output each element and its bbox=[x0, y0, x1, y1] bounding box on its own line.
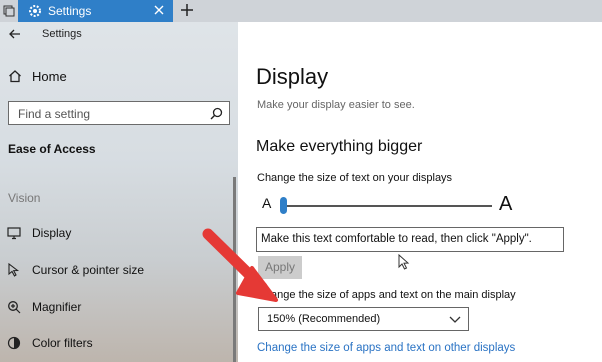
scale-dropdown[interactable]: 150% (Recommended) bbox=[258, 307, 469, 331]
other-displays-link[interactable]: Change the size of apps and text on othe… bbox=[257, 342, 515, 354]
new-tab-plus-icon[interactable] bbox=[178, 1, 196, 19]
mouse-pointer-icon bbox=[398, 254, 410, 270]
sidebar-app-title: Settings bbox=[42, 28, 82, 40]
apply-button[interactable]: Apply bbox=[258, 256, 302, 279]
sidebar-item-label: Magnifier bbox=[32, 300, 82, 314]
tab-settings[interactable]: Settings bbox=[18, 0, 173, 22]
text-size-label: Change the size of text on your displays bbox=[257, 172, 453, 184]
monitor-icon bbox=[7, 227, 21, 240]
sidebar-item-label: Cursor & pointer size bbox=[32, 263, 145, 277]
search-input[interactable]: Find a setting bbox=[8, 101, 230, 125]
scale-label: Change the size of apps and text on the … bbox=[257, 289, 516, 301]
color-filters-icon bbox=[7, 336, 21, 350]
sample-text-preview: Make this text comfortable to read, then… bbox=[256, 227, 564, 252]
section-heading: Make everything bigger bbox=[256, 138, 423, 155]
text-size-slider-thumb[interactable] bbox=[280, 197, 287, 214]
close-icon[interactable] bbox=[153, 4, 165, 16]
section-title-ease-of-access: Ease of Access bbox=[8, 142, 96, 156]
sidebar-item-display[interactable]: Display bbox=[0, 221, 238, 245]
sidebar-scrollbar[interactable] bbox=[233, 177, 236, 362]
sidebar-item-magnifier[interactable]: Magnifier bbox=[0, 295, 238, 319]
home-icon[interactable] bbox=[8, 69, 22, 83]
group-label-vision: Vision bbox=[8, 191, 41, 205]
sidebar-item-home[interactable]: Home bbox=[32, 69, 67, 84]
task-view-icon[interactable] bbox=[3, 5, 15, 17]
search-icon[interactable] bbox=[210, 107, 223, 120]
page-title: Display bbox=[256, 64, 329, 89]
title-bar: Settings bbox=[0, 0, 602, 22]
scale-selected-value: 150% (Recommended) bbox=[267, 313, 381, 325]
chevron-down-icon bbox=[449, 316, 461, 323]
gear-icon bbox=[29, 5, 41, 17]
sidebar-item-label: Display bbox=[32, 226, 72, 240]
cursor-icon bbox=[8, 263, 20, 277]
sidebar-item-cursor-pointer-size[interactable]: Cursor & pointer size bbox=[0, 258, 238, 282]
page-subtitle: Make your display easier to see. bbox=[257, 99, 415, 111]
slider-max-label: A bbox=[499, 193, 513, 215]
slider-min-label: A bbox=[262, 195, 272, 211]
text-size-slider-track[interactable] bbox=[282, 205, 492, 207]
tab-title: Settings bbox=[48, 4, 92, 18]
back-arrow-icon[interactable] bbox=[8, 27, 22, 41]
sidebar-item-color-filters[interactable]: Color filters bbox=[0, 331, 238, 355]
sidebar-item-label: Color filters bbox=[32, 336, 93, 350]
magnifier-icon bbox=[8, 301, 21, 314]
sidebar: Settings Home Find a setting Ease of Acc… bbox=[0, 22, 238, 362]
search-placeholder: Find a setting bbox=[18, 107, 91, 121]
main-content: Display Make your display easier to see.… bbox=[238, 22, 602, 362]
